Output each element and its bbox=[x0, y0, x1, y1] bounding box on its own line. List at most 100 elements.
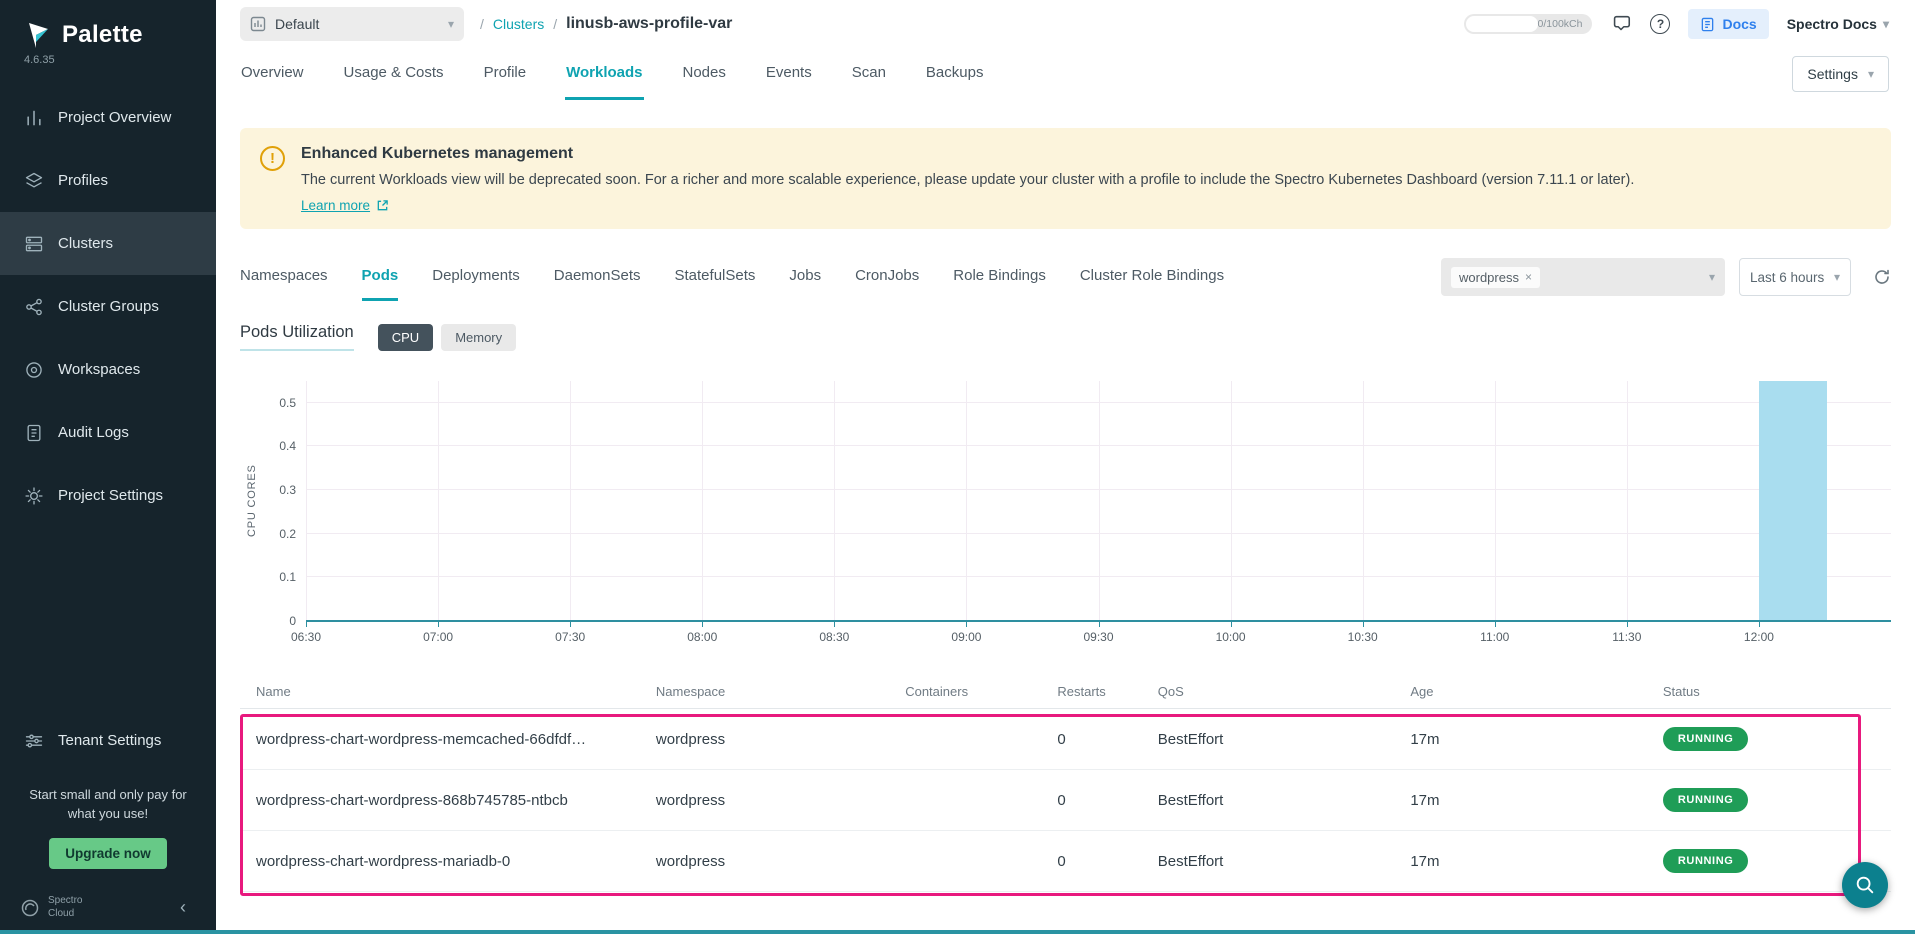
wtab-cluster-role-bindings[interactable]: Cluster Role Bindings bbox=[1080, 253, 1224, 301]
palette-logo-icon bbox=[22, 20, 52, 50]
time-range-value: Last 6 hours bbox=[1750, 270, 1824, 285]
time-range-select[interactable]: Last 6 hours ▾ bbox=[1739, 258, 1851, 296]
chart-bar[interactable] bbox=[1759, 381, 1827, 621]
pod-age: 17m bbox=[1410, 853, 1663, 870]
breadcrumb-separator: / bbox=[553, 16, 557, 32]
x-tick-label: 07:00 bbox=[423, 630, 453, 644]
vertical-gridline bbox=[1099, 381, 1100, 621]
workload-tab-bar: Namespaces Pods Deployments DaemonSets S… bbox=[240, 253, 1891, 301]
usage-quota-text: 0/100kCh bbox=[1538, 18, 1583, 30]
cpu-toggle-button[interactable]: CPU bbox=[378, 324, 433, 351]
memory-toggle-button[interactable]: Memory bbox=[441, 324, 516, 351]
sidebar-item-label: Cluster Groups bbox=[58, 298, 159, 315]
sidebar-item-cluster-groups[interactable]: Cluster Groups bbox=[0, 275, 216, 338]
table-row[interactable]: wordpress-chart-wordpress-868b745785-ntb… bbox=[240, 770, 1891, 831]
tab-backups[interactable]: Backups bbox=[925, 48, 985, 100]
wtab-cronjobs[interactable]: CronJobs bbox=[855, 253, 919, 301]
sidebar-item-label: Profiles bbox=[58, 172, 108, 189]
audit-logs-icon bbox=[24, 423, 44, 443]
column-header-status: Status bbox=[1663, 684, 1875, 699]
namespace-filter-value: wordpress bbox=[1459, 270, 1519, 285]
tab-usage-costs[interactable]: Usage & Costs bbox=[343, 48, 445, 100]
wtab-role-bindings[interactable]: Role Bindings bbox=[953, 253, 1046, 301]
tab-scan[interactable]: Scan bbox=[851, 48, 887, 100]
cluster-groups-icon bbox=[24, 297, 44, 317]
chevron-down-icon: ▾ bbox=[1834, 270, 1840, 284]
sidebar-item-label: Audit Logs bbox=[58, 424, 129, 441]
y-axis-ticks: 00.10.20.30.40.5 bbox=[264, 381, 306, 621]
help-icon[interactable]: ? bbox=[1650, 14, 1670, 34]
table-row[interactable]: wordpress-chart-wordpress-mariadb-0 word… bbox=[240, 831, 1891, 892]
upgrade-now-button[interactable]: Upgrade now bbox=[49, 838, 167, 869]
pod-age: 17m bbox=[1410, 731, 1663, 748]
column-header-namespace: Namespace bbox=[656, 684, 905, 699]
chat-icon[interactable] bbox=[1610, 13, 1632, 35]
x-tick-mark bbox=[1759, 622, 1760, 627]
banner-text-block: Enhanced Kubernetes management The curre… bbox=[301, 145, 1634, 215]
tab-profile[interactable]: Profile bbox=[483, 48, 528, 100]
table-row[interactable]: wordpress-chart-wordpress-memcached-66df… bbox=[240, 709, 1891, 770]
wtab-statefulsets[interactable]: StatefulSets bbox=[675, 253, 756, 301]
close-icon[interactable]: × bbox=[1525, 270, 1532, 284]
x-tick-mark bbox=[1231, 622, 1232, 627]
tab-workloads[interactable]: Workloads bbox=[565, 48, 643, 100]
workspaces-icon bbox=[24, 360, 44, 380]
pod-status: RUNNING bbox=[1663, 727, 1875, 751]
learn-more-label: Learn more bbox=[301, 198, 370, 213]
docs-button[interactable]: Docs bbox=[1688, 9, 1768, 39]
pod-namespace: wordpress bbox=[656, 792, 905, 809]
pods-table: Name Namespace Containers Restarts QoS A… bbox=[240, 675, 1891, 892]
wtab-pods[interactable]: Pods bbox=[362, 253, 399, 301]
tab-overview[interactable]: Overview bbox=[240, 48, 305, 100]
docs-source-select[interactable]: Spectro Docs ▾ bbox=[1787, 16, 1889, 32]
wtab-deployments[interactable]: Deployments bbox=[432, 253, 520, 301]
sidebar-item-label: Tenant Settings bbox=[58, 732, 161, 749]
sidebar-item-tenant-settings[interactable]: Tenant Settings bbox=[0, 709, 216, 772]
spectro-cloud-brand: Spectro Cloud bbox=[20, 895, 82, 920]
sidebar-item-project-settings[interactable]: Project Settings bbox=[0, 464, 216, 527]
x-tick-label: 09:00 bbox=[951, 630, 981, 644]
namespace-filter-select[interactable]: wordpress × ▾ bbox=[1441, 258, 1725, 296]
x-tick-label: 11:30 bbox=[1612, 630, 1641, 644]
utilization-header: Pods Utilization CPU Memory bbox=[240, 323, 1891, 351]
sidebar-collapse-icon[interactable]: ‹ bbox=[180, 900, 196, 916]
sidebar-item-label: Clusters bbox=[58, 235, 113, 252]
x-tick-mark bbox=[306, 622, 307, 627]
refresh-icon[interactable] bbox=[1873, 268, 1891, 286]
learn-more-link[interactable]: Learn more bbox=[301, 198, 389, 213]
app-version: 4.6.35 bbox=[0, 52, 216, 86]
gear-icon bbox=[24, 486, 44, 506]
sidebar-item-profiles[interactable]: Profiles bbox=[0, 149, 216, 212]
sidebar-item-label: Project Settings bbox=[58, 487, 163, 504]
x-tick-label: 08:00 bbox=[687, 630, 717, 644]
external-link-icon bbox=[376, 199, 389, 212]
settings-button[interactable]: Settings ▾ bbox=[1792, 56, 1889, 92]
pod-status: RUNNING bbox=[1663, 849, 1875, 873]
wtab-jobs[interactable]: Jobs bbox=[789, 253, 821, 301]
status-badge: RUNNING bbox=[1663, 727, 1749, 751]
pod-age: 17m bbox=[1410, 792, 1663, 809]
tab-events[interactable]: Events bbox=[765, 48, 813, 100]
docs-source-value: Spectro Docs bbox=[1787, 16, 1877, 32]
x-tick-label: 12:00 bbox=[1744, 630, 1774, 644]
sidebar-item-clusters[interactable]: Clusters bbox=[0, 212, 216, 275]
help-fab-button[interactable] bbox=[1842, 862, 1888, 908]
top-bar: Default ▾ / Clusters / linusb-aws-profil… bbox=[216, 0, 1915, 48]
breadcrumb-clusters-link[interactable]: Clusters bbox=[493, 16, 544, 32]
chevron-down-icon: ▾ bbox=[1868, 67, 1874, 81]
banner-title: Enhanced Kubernetes management bbox=[301, 145, 1634, 163]
sliders-icon bbox=[24, 731, 44, 751]
app-title: Palette bbox=[62, 21, 143, 49]
sidebar-item-project-overview[interactable]: Project Overview bbox=[0, 86, 216, 149]
sidebar-item-audit-logs[interactable]: Audit Logs bbox=[0, 401, 216, 464]
wtab-namespaces[interactable]: Namespaces bbox=[240, 253, 328, 301]
vertical-gridline bbox=[1495, 381, 1496, 621]
wtab-daemonsets[interactable]: DaemonSets bbox=[554, 253, 641, 301]
project-select[interactable]: Default ▾ bbox=[240, 7, 464, 41]
layers-icon bbox=[24, 171, 44, 191]
vertical-gridline bbox=[306, 381, 307, 621]
sidebar: Palette 4.6.35 Project Overview Profiles bbox=[0, 0, 216, 934]
sidebar-item-workspaces[interactable]: Workspaces bbox=[0, 338, 216, 401]
tab-nodes[interactable]: Nodes bbox=[682, 48, 727, 100]
project-select-value: Default bbox=[275, 16, 319, 32]
